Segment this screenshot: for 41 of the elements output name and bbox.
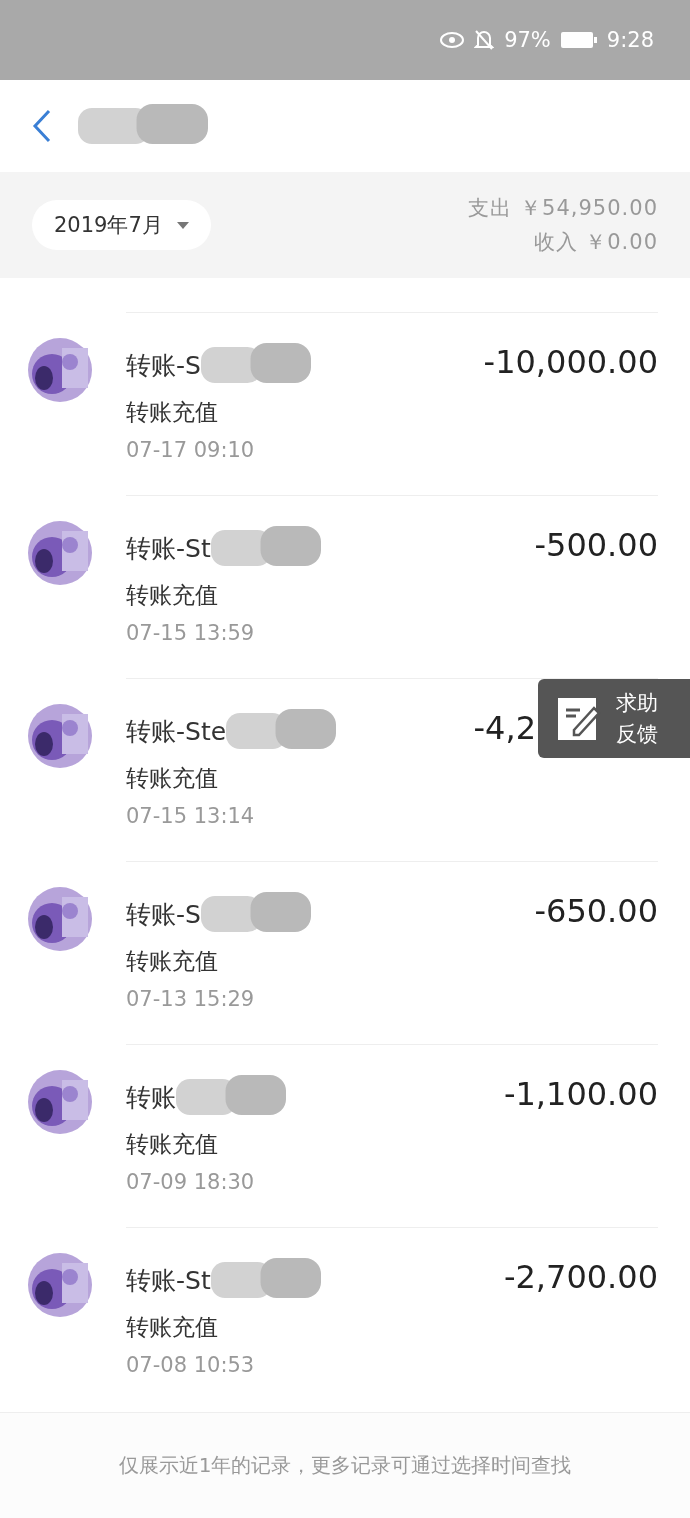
record-time: 07-17 09:10 <box>126 438 256 462</box>
record-title: 转账-Ste <box>126 715 227 748</box>
record-type: 转账充值 <box>126 581 219 610</box>
record-row[interactable]: 转账 转账充值 07-09 18:30 -1,100.00 <box>126 1044 658 1227</box>
record-time: 07-08 10:53 <box>126 1353 256 1377</box>
record-row[interactable]: 转账-St 转账充值 07-15 13:59 -500.00 <box>126 495 658 678</box>
expense-total: 支出 ￥54,950.00 <box>468 195 658 222</box>
record-row[interactable]: 转账-St 转账充值 07-08 10:53 -2,700.00 <box>126 1227 658 1410</box>
record-type: 转账充值 <box>126 1313 219 1342</box>
bell-off-icon <box>474 29 495 51</box>
battery-percent: 97% <box>504 28 551 52</box>
record-amount: -2,700.00 <box>503 1257 658 1296</box>
record-amount: -4,2 <box>473 708 536 747</box>
record-type: 转账充值 <box>126 764 219 793</box>
record-title: 转账 <box>126 1081 176 1114</box>
footer-note: 仅展示近1年的记录，更多记录可通过选择时间查找 <box>118 1452 572 1479</box>
record-time: 07-15 13:14 <box>126 804 256 828</box>
record-type: 转账充值 <box>126 947 219 976</box>
record-amount: -500.00 <box>534 525 658 564</box>
record-time: 07-15 13:59 <box>126 621 256 645</box>
record-title: 转账-St <box>126 532 211 565</box>
record-type: 转账充值 <box>126 398 219 427</box>
record-amount: -10,000.00 <box>483 342 658 381</box>
record-amount: -1,100.00 <box>503 1074 658 1113</box>
battery-icon <box>560 31 597 49</box>
record-title: 转账-S <box>126 349 201 382</box>
feedback-button[interactable]: 求助 反馈 <box>538 679 690 758</box>
record-type: 转账充值 <box>126 1130 219 1159</box>
record-title: 转账-St <box>126 1264 211 1297</box>
record-row[interactable]: 转账-S 转账充值 07-13 15:29 -650.00 <box>126 861 658 1044</box>
income-total: 收入 ￥0.00 <box>533 229 658 256</box>
record-time: 07-13 15:29 <box>126 987 256 1011</box>
caret-icon <box>176 221 189 229</box>
record-row[interactable]: 转账-S 转账充值 07-17 09:10 -10,000.00 <box>126 312 658 495</box>
month-selector[interactable]: 2019年7月 <box>32 200 211 250</box>
record-amount: -650.00 <box>534 891 658 930</box>
back-icon[interactable] <box>32 109 52 143</box>
record-time: 07-09 18:30 <box>126 1170 256 1194</box>
record-title: 转账-S <box>126 898 201 931</box>
eye-icon <box>440 32 465 48</box>
clock: 9:28 <box>606 28 654 52</box>
